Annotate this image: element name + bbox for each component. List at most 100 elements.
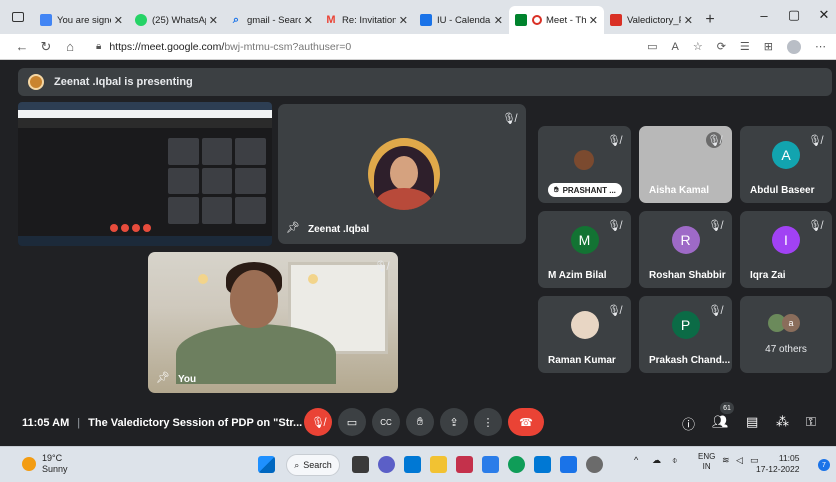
activities-icon[interactable]: ⁂ bbox=[776, 414, 789, 430]
tab-gmail-search[interactable]: ⌕ gmail - Search ✕ bbox=[224, 6, 319, 34]
others-count: 47 others bbox=[765, 344, 807, 355]
presenter-avatar bbox=[28, 74, 44, 90]
close-window-button[interactable]: ✕ bbox=[804, 0, 836, 30]
chat-app-icon[interactable] bbox=[378, 456, 395, 473]
participant-tile[interactable]: 🎙︎̸ M M Azim Bilal bbox=[538, 211, 631, 288]
tab-you-are-signed[interactable]: You are signed ✕ bbox=[34, 6, 129, 34]
meeting-details-icon[interactable]: ⓘ bbox=[682, 414, 695, 433]
camera-toggle-button[interactable]: ▭ bbox=[338, 408, 366, 436]
pin-icon[interactable]: 📌︎ bbox=[286, 221, 300, 234]
new-tab-button[interactable]: + bbox=[699, 6, 721, 34]
volume-icon[interactable]: ◁︎ bbox=[736, 455, 743, 466]
mail-icon[interactable] bbox=[534, 456, 551, 473]
meeting-control-bar: 11:05 AM | The Valedictory Session of PD… bbox=[0, 400, 836, 446]
browser-tab-strip: You are signed ✕ (25) WhatsApp ✕ ⌕ gmail… bbox=[0, 0, 836, 34]
window-menu-icon[interactable] bbox=[6, 5, 30, 29]
edge-icon[interactable] bbox=[508, 456, 525, 473]
tab-close-icon[interactable]: ✕ bbox=[209, 14, 218, 27]
mic-off-icon: 🎙︎̸ bbox=[808, 220, 822, 232]
store-icon[interactable] bbox=[560, 456, 577, 473]
participant-tile[interactable]: 🎙︎̸ A Abdul Baseer bbox=[740, 126, 832, 203]
tab-whatsapp[interactable]: (25) WhatsApp ✕ bbox=[129, 6, 224, 34]
people-icon[interactable]: 👥︎ bbox=[712, 414, 729, 430]
refresh-extension-icon[interactable]: ⟳ bbox=[717, 40, 726, 53]
url-field[interactable]: 🔒︎ https://meet.google.com/bwj-mtmu-csm?… bbox=[96, 41, 647, 53]
participant-tile[interactable]: 🎙︎̸ I Iqra Zai bbox=[740, 211, 832, 288]
mic-toggle-button[interactable]: 🎙︎̸ bbox=[304, 408, 332, 436]
file-explorer-icon[interactable] bbox=[430, 456, 447, 473]
cloud-icon[interactable]: ☁︎ bbox=[652, 455, 661, 466]
tab-close-icon[interactable]: ✕ bbox=[494, 14, 503, 27]
tab-close-icon[interactable]: ✕ bbox=[304, 14, 313, 27]
separator: | bbox=[77, 417, 81, 429]
participant-tile[interactable]: 🎙︎̸ P Prakash Chand... bbox=[639, 296, 732, 373]
back-icon[interactable]: ← bbox=[10, 39, 34, 54]
leave-call-button[interactable]: ☎︎ bbox=[508, 408, 544, 436]
weather-widget[interactable]: 19°C Sunny bbox=[22, 453, 68, 475]
tab-close-icon[interactable]: ✕ bbox=[684, 14, 693, 27]
participant-tile[interactable]: 🎙︎̸ Aisha Kamal bbox=[639, 126, 732, 203]
refresh-icon[interactable]: ↻ bbox=[34, 39, 58, 55]
url-host: https://meet.google.com/ bbox=[109, 40, 225, 53]
more-options-button[interactable]: ⋮ bbox=[474, 408, 502, 436]
home-icon[interactable]: ⌂ bbox=[58, 39, 82, 54]
clock[interactable]: 11:05 17-12-2022 bbox=[756, 453, 799, 475]
clock-time: 11:05 bbox=[778, 453, 800, 463]
notifications-badge[interactable]: 7 bbox=[818, 459, 830, 471]
usb-icon[interactable]: ⌽ bbox=[672, 455, 677, 466]
tab-title: Meet - Th bbox=[546, 14, 586, 26]
shared-screen-taskbar bbox=[18, 236, 272, 246]
mic-off-icon: 🎙︎̸ bbox=[808, 135, 822, 147]
screen-share-tile[interactable] bbox=[18, 102, 272, 246]
pdf-icon bbox=[610, 14, 622, 26]
people-app-icon[interactable] bbox=[404, 456, 421, 473]
pin-icon[interactable]: 📌︎ bbox=[156, 371, 170, 384]
present-screen-button[interactable]: ⇪ bbox=[440, 408, 468, 436]
raise-hand-button[interactable]: ✋︎ bbox=[406, 408, 434, 436]
participant-video-thumbnail bbox=[574, 150, 594, 170]
tab-gmail-invitation[interactable]: M Re: Invitation t ✕ bbox=[319, 6, 414, 34]
task-view-icon[interactable] bbox=[352, 456, 369, 473]
chat-icon[interactable]: ▤ bbox=[746, 414, 758, 430]
mic-off-icon: 🎙︎̸ bbox=[607, 135, 621, 147]
read-aloud-icon[interactable]: A bbox=[671, 41, 678, 53]
wifi-icon[interactable]: ≋ bbox=[722, 455, 730, 466]
mic-off-icon: 🎙︎̸ bbox=[607, 220, 621, 232]
show-hidden-icons-icon[interactable]: ^ bbox=[634, 455, 638, 465]
participant-photo-avatar bbox=[570, 311, 599, 340]
start-icon[interactable] bbox=[258, 456, 275, 473]
host-controls-icon[interactable]: ⚿ bbox=[806, 414, 816, 430]
tab-meet[interactable]: Meet - Th ✕ bbox=[509, 6, 604, 34]
language-indicator[interactable]: ENG IN bbox=[698, 452, 715, 472]
tab-title: You are signed bbox=[57, 14, 111, 26]
tab-valedictory-pdf[interactable]: Valedictory_PD ✕ bbox=[604, 6, 699, 34]
tab-close-icon[interactable]: ✕ bbox=[114, 14, 123, 27]
profile-avatar[interactable] bbox=[787, 39, 801, 54]
mic-off-icon: 🎙︎̸ bbox=[607, 305, 621, 317]
tab-title: Re: Invitation t bbox=[342, 14, 396, 26]
participant-tile[interactable]: 🎙︎̸ ✋︎ PRASHANT ... bbox=[538, 126, 631, 203]
collections-icon[interactable]: ⊞ bbox=[764, 40, 773, 53]
meet-stage: Zeenat .Iqbal is presenting 🎙︎̸ 📌︎ Zeena… bbox=[0, 60, 836, 446]
settings-icon[interactable] bbox=[586, 456, 603, 473]
favorites-icon[interactable]: ☰ bbox=[740, 40, 750, 53]
bookmark-icon[interactable]: ☆ bbox=[693, 40, 703, 53]
language-code: ENG bbox=[698, 452, 716, 461]
camera-permission-icon[interactable]: ▭ bbox=[647, 40, 657, 53]
presenter-tile[interactable]: 🎙︎̸ 📌︎ Zeenat .Iqbal bbox=[278, 104, 526, 244]
tab-close-icon[interactable]: ✕ bbox=[589, 14, 598, 27]
captions-button[interactable]: CC bbox=[372, 408, 400, 436]
others-tile[interactable]: a 47 others bbox=[740, 296, 832, 373]
self-video-tile[interactable]: 🎙︎̸ 📌︎ You bbox=[148, 252, 398, 393]
whatsapp-icon bbox=[135, 14, 147, 26]
taskbar-search-button[interactable]: ⌕ Search bbox=[286, 454, 340, 476]
mcafee-icon[interactable] bbox=[456, 456, 473, 473]
participant-tile[interactable]: 🎙︎̸ R Roshan Shabbir bbox=[639, 211, 732, 288]
more-menu-icon[interactable]: ⋯ bbox=[815, 40, 826, 53]
word-icon[interactable] bbox=[482, 456, 499, 473]
tab-close-icon[interactable]: ✕ bbox=[399, 14, 408, 27]
participant-initial: A bbox=[772, 141, 800, 170]
tab-calendar[interactable]: IU - Calendar ✕ bbox=[414, 6, 509, 34]
participant-tile[interactable]: 🎙︎̸ Raman Kumar bbox=[538, 296, 631, 373]
lock-icon: 🔒︎ bbox=[96, 41, 102, 52]
